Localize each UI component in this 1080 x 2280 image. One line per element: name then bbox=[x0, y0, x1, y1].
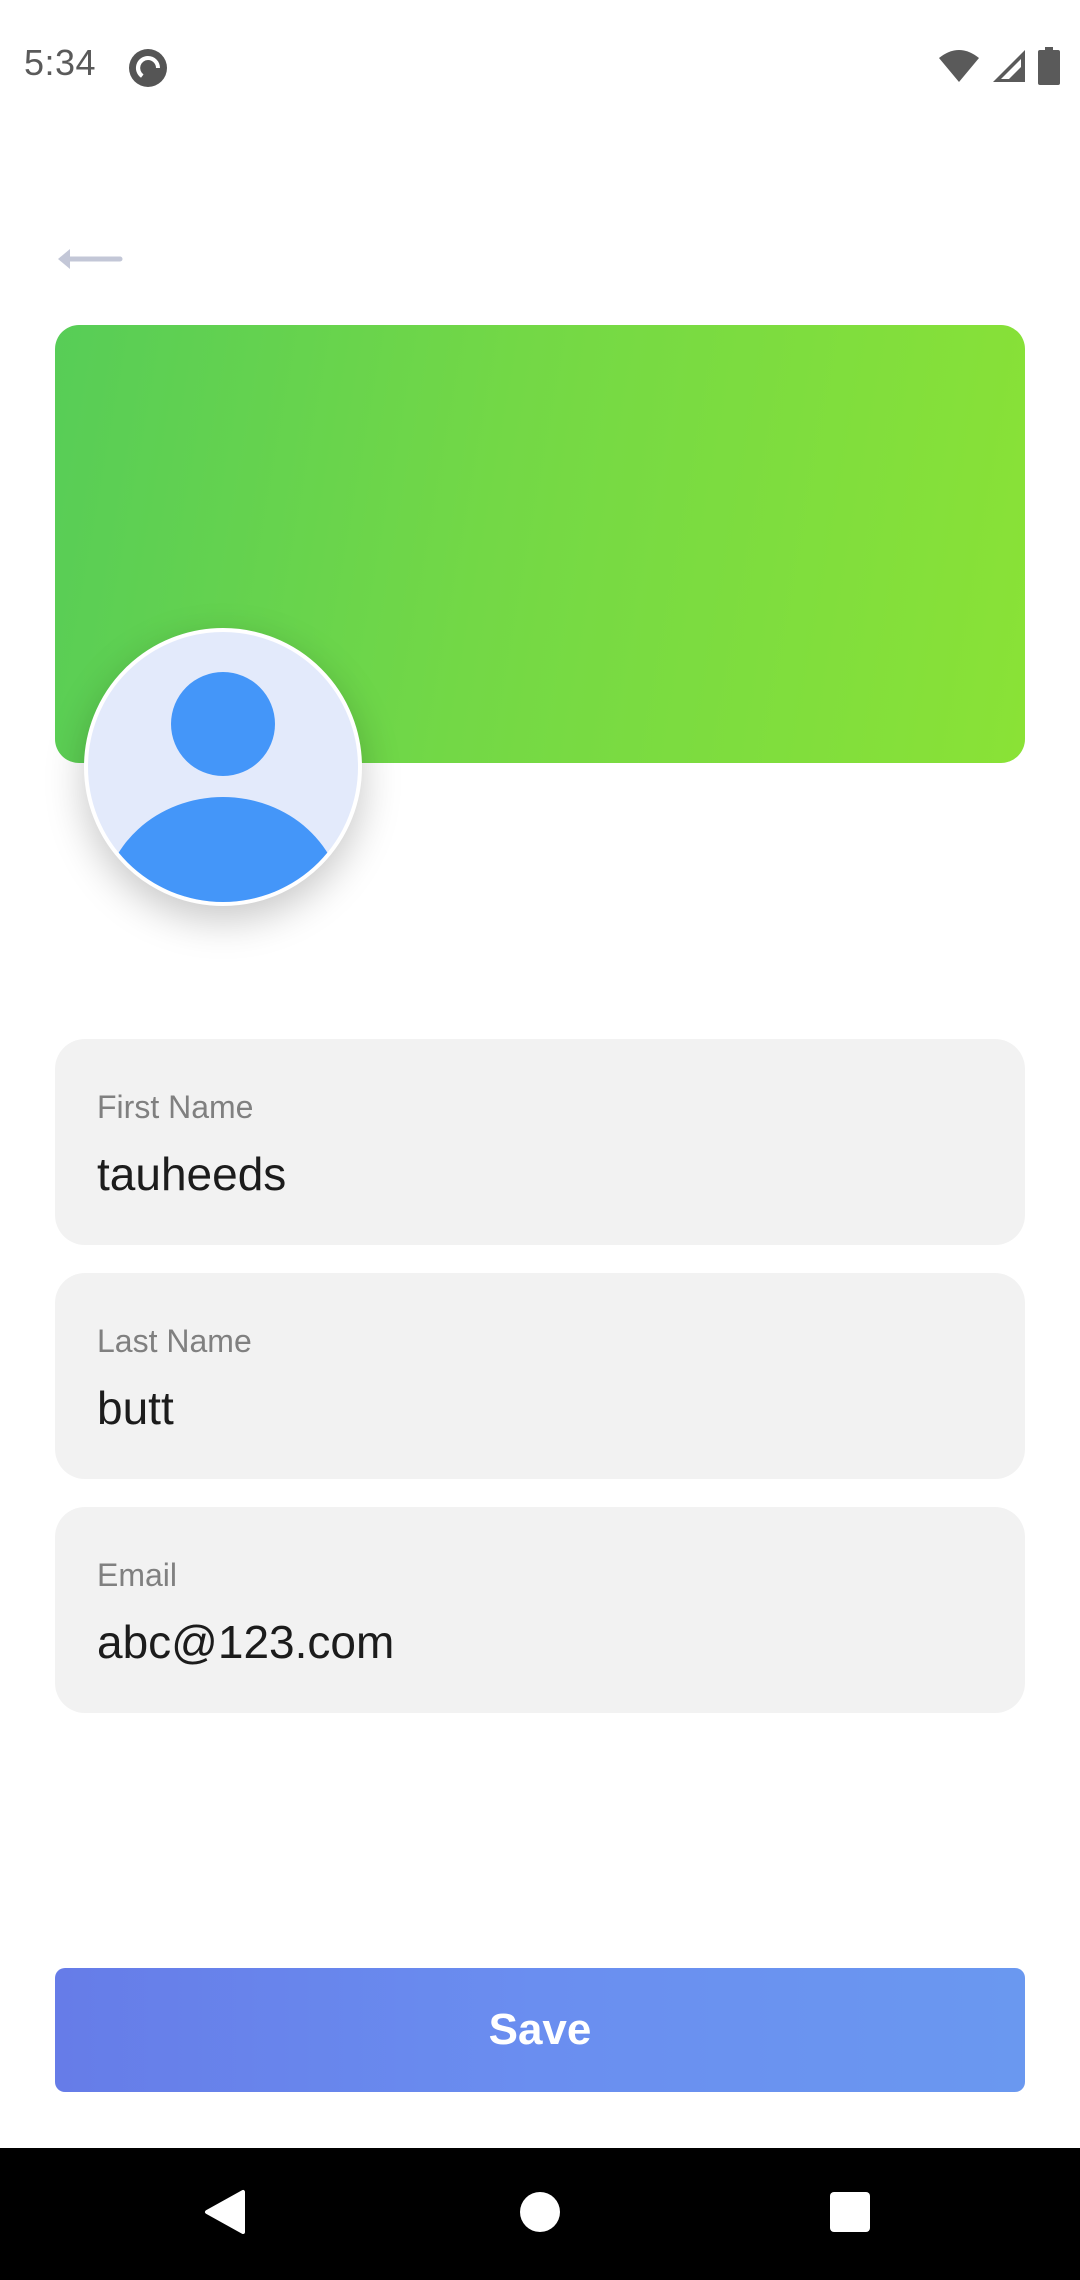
arrow-left-icon bbox=[52, 241, 124, 282]
cellular-signal-icon bbox=[992, 49, 1026, 88]
back-button[interactable] bbox=[48, 226, 128, 296]
recents-square-icon bbox=[829, 2191, 871, 2238]
wifi-icon bbox=[938, 49, 980, 88]
nav-back-button[interactable] bbox=[150, 2148, 300, 2280]
email-label: Email bbox=[97, 1557, 178, 1593]
status-time: 5:34 bbox=[24, 42, 97, 83]
pocket-casts-icon bbox=[128, 48, 168, 88]
email-input[interactable]: abc@123.com bbox=[97, 1615, 394, 1669]
last-name-input[interactable]: butt bbox=[97, 1381, 174, 1435]
home-circle-icon bbox=[519, 2191, 561, 2238]
nav-home-button[interactable] bbox=[465, 2148, 615, 2280]
battery-icon bbox=[1038, 46, 1060, 90]
save-button[interactable]: Save bbox=[55, 1968, 1025, 2092]
first-name-label: First Name bbox=[97, 1089, 254, 1125]
profile-avatar[interactable] bbox=[84, 628, 362, 906]
email-field[interactable]: Email abc@123.com bbox=[55, 1507, 1025, 1713]
first-name-input[interactable]: tauheeds bbox=[97, 1147, 286, 1201]
back-triangle-icon bbox=[203, 2188, 247, 2241]
system-navigation-bar bbox=[0, 2148, 1080, 2280]
status-bar: 5:34 bbox=[0, 0, 1080, 136]
last-name-label: Last Name bbox=[97, 1323, 252, 1359]
top-app-bar bbox=[0, 136, 1080, 326]
first-name-field[interactable]: First Name tauheeds bbox=[55, 1039, 1025, 1245]
default-user-avatar-icon bbox=[88, 672, 358, 902]
status-icons bbox=[938, 46, 1060, 90]
nav-recents-button[interactable] bbox=[775, 2148, 925, 2280]
last-name-field[interactable]: Last Name butt bbox=[55, 1273, 1025, 1479]
